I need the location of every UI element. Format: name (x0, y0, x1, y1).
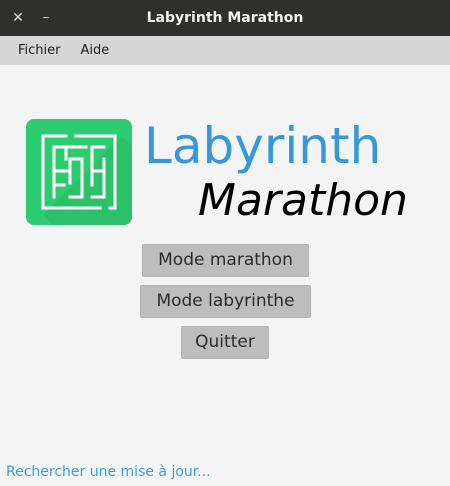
quit-button[interactable]: Quitter (181, 326, 269, 359)
menu-bar: Fichier Aide (0, 36, 450, 65)
title-bar: ✕ – Labyrinth Marathon (0, 0, 450, 36)
maze-icon (26, 119, 132, 225)
logo-subtitle: Marathon (198, 175, 408, 226)
menu-fichier[interactable]: Fichier (8, 36, 71, 65)
window-title: Labyrinth Marathon (146, 10, 304, 26)
menu-aide[interactable]: Aide (71, 36, 120, 65)
logo-title: Labyrinth (144, 117, 382, 175)
app-window: ✕ – Labyrinth Marathon Fichier Aide Laby… (0, 0, 450, 486)
mode-marathon-button[interactable]: Mode marathon (142, 244, 309, 277)
check-update-link[interactable]: Rechercher une mise à jour... (6, 462, 211, 482)
mode-labyrinthe-button[interactable]: Mode labyrinthe (140, 285, 311, 318)
